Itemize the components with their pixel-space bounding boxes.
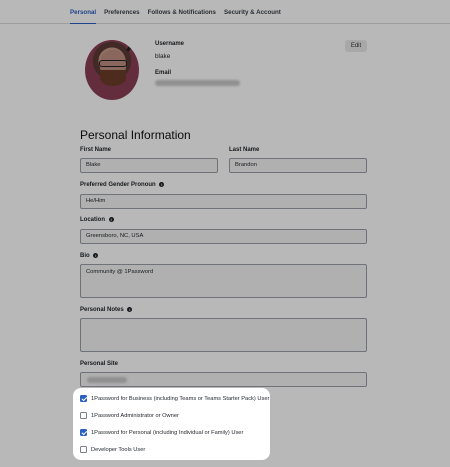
last-name-field[interactable]: Brandon: [229, 158, 367, 173]
bio-label: Bio: [80, 253, 90, 260]
avatar-beard: [100, 70, 126, 86]
tab-security-account[interactable]: Security & Account: [224, 0, 281, 24]
bio-label-wrap: Bio i: [80, 253, 99, 260]
info-icon[interactable]: i: [93, 253, 99, 258]
checkbox-label: 1Password for Personal (including Indivi…: [91, 429, 244, 436]
info-icon[interactable]: i: [127, 307, 133, 312]
email-value-redacted: [155, 80, 240, 86]
checkbox-label: Developer Tools User: [91, 446, 146, 453]
first-name-label: First Name: [80, 147, 112, 153]
checkbox-unchecked-icon[interactable]: [80, 446, 87, 453]
checkbox-unchecked-icon[interactable]: [80, 412, 87, 419]
pronoun-label: Preferred Gender Pronoun: [80, 182, 156, 189]
checkbox-label: 1Password Administrator or Owner: [91, 412, 179, 419]
notes-field[interactable]: [80, 318, 367, 352]
site-field[interactable]: [80, 372, 367, 387]
first-name-field[interactable]: Blake: [80, 158, 218, 173]
site-label: Personal Site: [80, 361, 119, 367]
location-label-wrap: Location i: [80, 217, 114, 223]
notes-label: Personal Notes: [80, 307, 124, 314]
avatar[interactable]: [85, 40, 139, 100]
checkbox-administrator-owner[interactable]: 1Password Administrator or Owner: [80, 412, 179, 419]
location-label: Location: [80, 217, 105, 224]
username-value: blake: [155, 53, 171, 60]
checkbox-checked-icon[interactable]: [80, 429, 87, 436]
tab-preferences[interactable]: Preferences: [104, 0, 139, 24]
pronoun-label-wrap: Preferred Gender Pronoun i: [80, 182, 165, 189]
pronoun-field[interactable]: He/Him: [80, 194, 367, 209]
username-label: Username: [155, 41, 185, 47]
info-icon[interactable]: i: [108, 217, 114, 222]
info-icon[interactable]: i: [159, 182, 165, 187]
checkbox-developer-tools[interactable]: Developer Tools User: [80, 446, 145, 453]
checkbox-label: 1Password for Business (including Teams …: [91, 395, 270, 402]
avatar-glasses: [99, 60, 127, 67]
checkbox-business-user[interactable]: 1Password for Business (including Teams …: [80, 395, 269, 402]
email-label: Email: [155, 70, 172, 76]
checkbox-personal-user[interactable]: 1Password for Personal (including Indivi…: [80, 429, 243, 436]
site-value-redacted: [87, 377, 127, 383]
bio-field[interactable]: Community @ 1Password: [80, 264, 367, 298]
checkbox-checked-icon[interactable]: [80, 395, 87, 402]
pencil-icon[interactable]: [126, 42, 135, 52]
tab-personal[interactable]: Personal: [70, 0, 97, 24]
notes-label-wrap: Personal Notes i: [80, 307, 133, 314]
tab-bar: Personal Preferences Follows & Notificat…: [0, 0, 450, 24]
last-name-label: Last Name: [229, 147, 260, 153]
location-field[interactable]: Greensboro, NC, USA: [80, 229, 367, 244]
tab-follows-notifications[interactable]: Follows & Notifications: [148, 0, 216, 24]
edit-button[interactable]: Edit: [345, 40, 367, 52]
section-title: Personal Information: [80, 128, 191, 142]
